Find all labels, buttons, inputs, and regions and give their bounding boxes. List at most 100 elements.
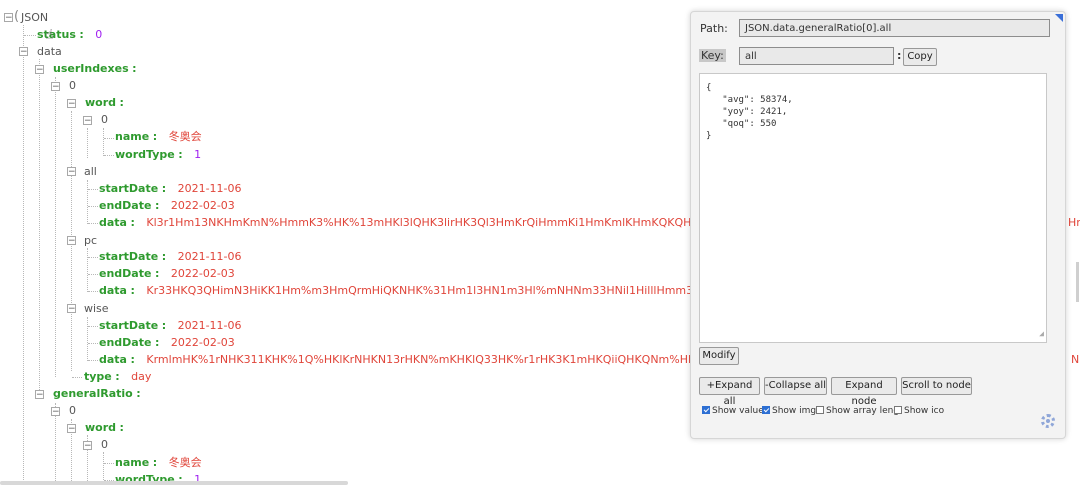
tree-node-name[interactable]: name : 冬奥会 xyxy=(115,454,202,471)
node-key: type xyxy=(84,370,112,383)
tree-node-word[interactable]: word : xyxy=(85,94,124,111)
vertical-scrollbar[interactable] xyxy=(1076,262,1079,302)
tree-node-wordType[interactable]: wordType : 1 xyxy=(115,146,201,163)
tree-node-all[interactable]: all xyxy=(84,163,97,180)
tree-node-index[interactable]: 0 xyxy=(69,77,76,94)
tree-guide-line xyxy=(23,25,24,480)
tree-node-type[interactable]: type : day xyxy=(84,368,151,385)
key-field[interactable]: all xyxy=(739,47,894,65)
root-label: JSON xyxy=(21,11,49,24)
node-key: data xyxy=(99,284,127,297)
node-key: userIndexes xyxy=(53,62,129,75)
node-key: name xyxy=(115,456,150,469)
tree-guide-line xyxy=(104,463,114,464)
separator: : xyxy=(119,96,124,109)
tree-guide-line xyxy=(87,180,88,224)
node-key: name xyxy=(115,130,150,143)
node-value: 冬奥会 xyxy=(168,130,202,143)
tree-guide-line xyxy=(39,59,40,394)
tree-node-startDate[interactable]: startDate : 2021-11-06 xyxy=(99,180,242,197)
node-value: 1 xyxy=(194,148,202,161)
tree-node-data[interactable]: data xyxy=(37,43,62,60)
node-key: startDate xyxy=(99,250,159,263)
separator: : xyxy=(130,284,135,297)
separator: : xyxy=(178,148,183,161)
separator: : xyxy=(154,336,160,349)
expand-node-button[interactable]: Expand node xyxy=(831,377,897,407)
checkbox-label: Show ico xyxy=(904,406,945,416)
node-key: endDate xyxy=(99,199,152,212)
show-array-length-checkbox[interactable]: Show array leng xyxy=(816,406,899,416)
tree-guide-line xyxy=(72,377,82,378)
separator: : xyxy=(161,250,167,263)
collapse-toggle-icon[interactable]: − xyxy=(67,99,76,109)
collapse-toggle-icon[interactable]: − xyxy=(51,407,60,417)
path-field[interactable]: JSON.data.generalRatio[0].all xyxy=(739,19,1050,37)
tree-guide-line xyxy=(88,206,98,207)
tree-guide-line xyxy=(24,35,36,36)
value-textarea[interactable]: { "avg": 58374, "yoy": 2421, "qoq": 550 … xyxy=(699,73,1047,343)
show-img-checkbox[interactable]: Show img xyxy=(762,406,816,416)
node-key: word xyxy=(85,421,117,434)
tree-node-wise[interactable]: wise xyxy=(84,300,109,317)
checkbox-label: Show img xyxy=(772,406,817,416)
tree-node-endDate[interactable]: endDate : 2022-02-03 xyxy=(99,334,235,351)
resize-grip-icon[interactable]: ◢ xyxy=(1039,328,1044,340)
tree-guide-line xyxy=(88,274,98,275)
checkbox-icon xyxy=(816,406,824,414)
tree-node-index[interactable]: 0 xyxy=(101,111,108,128)
tree-node-endDate[interactable]: endDate : 2022-02-03 xyxy=(99,265,235,282)
copy-button[interactable]: Copy xyxy=(903,48,937,66)
checkbox-icon xyxy=(762,406,770,414)
node-label: data xyxy=(37,45,62,58)
collapse-all-button[interactable]: -Collapse all xyxy=(764,377,827,395)
collapse-toggle-icon[interactable]: − xyxy=(67,167,76,177)
separator: : xyxy=(154,267,160,280)
collapse-toggle-icon[interactable]: − xyxy=(35,65,44,75)
tree-node-startDate[interactable]: startDate : 2021-11-06 xyxy=(99,248,242,265)
tree-node-name[interactable]: name : 冬奥会 xyxy=(115,128,202,145)
scroll-to-node-button[interactable]: Scroll to node xyxy=(901,377,972,395)
overflow-text: N xyxy=(1071,353,1080,366)
gear-icon[interactable] xyxy=(1041,414,1055,428)
corner-toggle-icon[interactable] xyxy=(1055,14,1063,22)
node-value: 冬奥会 xyxy=(168,456,202,469)
tree-root[interactable]: JSON xyxy=(21,9,48,26)
show-ico-checkbox[interactable]: Show ico xyxy=(894,406,944,416)
horizontal-scrollbar[interactable] xyxy=(0,481,348,485)
node-label: all xyxy=(84,165,97,178)
collapse-toggle-icon[interactable]: − xyxy=(35,390,44,400)
collapse-toggle-icon[interactable]: − xyxy=(19,47,28,57)
collapse-toggle-icon[interactable]: − xyxy=(67,236,76,246)
node-value: 2021-11-06 xyxy=(177,182,242,195)
collapse-toggle-icon[interactable]: − xyxy=(51,82,60,92)
tree-guide-line xyxy=(88,291,98,292)
node-value: day xyxy=(131,370,152,383)
collapse-toggle-icon[interactable]: − xyxy=(83,441,92,451)
tree-node-index[interactable]: 0 xyxy=(69,402,76,419)
separator: : xyxy=(115,370,120,383)
node-label: pc xyxy=(84,234,98,247)
tree-node-generalRatio[interactable]: generalRatio : xyxy=(53,385,141,402)
expand-all-button[interactable]: +Expand all xyxy=(699,377,760,407)
node-label: wise xyxy=(84,302,109,315)
tree-node-index[interactable]: 0 xyxy=(101,436,108,453)
node-key: data xyxy=(99,353,127,366)
hand-cursor-icon: ☝ xyxy=(45,27,54,43)
tree-node-pc[interactable]: pc xyxy=(84,232,97,249)
overflow-text: Hr xyxy=(1068,216,1080,229)
show-value-checkbox[interactable]: Show value xyxy=(702,406,764,416)
tree-node-userIndexes[interactable]: userIndexes : xyxy=(53,60,137,77)
tree-node-word[interactable]: word : xyxy=(85,419,124,436)
collapse-toggle-icon[interactable]: − xyxy=(83,116,92,126)
tree-node-endDate[interactable]: endDate : 2022-02-03 xyxy=(99,197,235,214)
node-value: 0 xyxy=(95,28,103,41)
checkbox-label: Show array leng xyxy=(826,406,900,416)
collapse-toggle-icon[interactable]: − xyxy=(67,304,76,314)
collapse-toggle-icon[interactable]: − xyxy=(67,424,76,434)
collapse-toggle-icon[interactable]: − xyxy=(4,13,13,23)
tree-node-startDate[interactable]: startDate : 2021-11-06 xyxy=(99,317,242,334)
modify-button[interactable]: Modify xyxy=(699,347,739,365)
node-label: 0 xyxy=(101,113,108,126)
tree-guide-line xyxy=(87,128,88,158)
